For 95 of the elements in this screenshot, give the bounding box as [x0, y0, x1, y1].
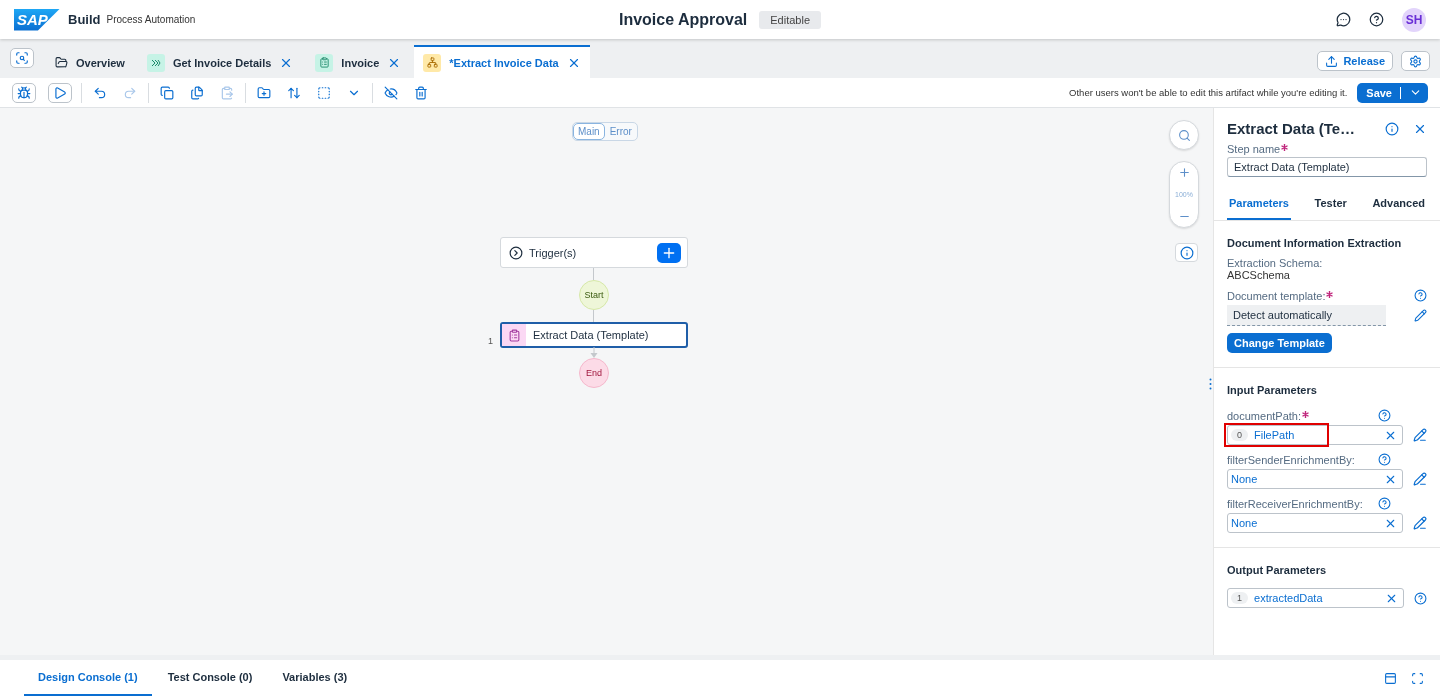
panel-icon[interactable]: [1384, 671, 1397, 685]
connector-arrow: [589, 347, 599, 358]
info-button[interactable]: [1175, 243, 1198, 262]
paste-icon: [220, 85, 234, 100]
add-trigger-button[interactable]: [657, 242, 681, 263]
status-badge: Editable: [759, 10, 822, 29]
plus-icon: [1177, 166, 1191, 179]
edit-button[interactable]: [1413, 428, 1427, 442]
release-button[interactable]: Release: [1317, 51, 1393, 71]
parameter-field[interactable]: None: [1227, 469, 1403, 489]
schema-value: ABCSchema: [1227, 269, 1291, 281]
step-label: Extract Data (Template): [533, 329, 649, 341]
edit-notice: Other users won't be able to edit this artifact while you're editing it.: [1069, 87, 1348, 98]
play-button[interactable]: [48, 82, 72, 103]
search-icon: [1177, 128, 1191, 142]
user-avatar[interactable]: SH: [1402, 7, 1426, 32]
help-icon[interactable]: [1369, 12, 1384, 27]
settings-icon: [1409, 54, 1422, 68]
console-tab[interactable]: Variables (3): [268, 660, 362, 696]
chevron-circle-icon: [509, 245, 523, 260]
sort-icon: [287, 85, 301, 100]
required-icon: [1281, 144, 1289, 151]
required-icon: [1302, 410, 1309, 418]
page-title: Invoice Approval: [618, 10, 748, 29]
field-label: documentPath:: [1227, 409, 1301, 422]
eye-off-icon: [384, 85, 398, 100]
step-node[interactable]: Extract Data (Template): [500, 322, 688, 348]
end-node: End: [579, 358, 609, 388]
expand-icon[interactable]: [1411, 671, 1424, 685]
section-title: Document Information Extraction: [1227, 237, 1403, 249]
play-icon: [53, 85, 67, 100]
field-label: filterSenderEnrichmentBy:: [1227, 453, 1355, 466]
editor-tab[interactable]: *Extract Invoice Data: [414, 45, 590, 78]
search-icon: [15, 51, 29, 65]
parameter-field[interactable]: 0 FilePath: [1227, 425, 1403, 445]
change-template-button[interactable]: Change Template: [1227, 333, 1332, 353]
field-label: Extraction Schema:: [1227, 257, 1324, 269]
step-number: 1: [488, 336, 493, 346]
parameter-field[interactable]: None: [1227, 513, 1403, 533]
settings-button[interactable]: [1401, 51, 1430, 71]
field-label: Document template:: [1227, 289, 1326, 302]
console-tab[interactable]: Test Console (0): [153, 660, 267, 696]
trigger-node[interactable]: Trigger(s): [500, 237, 688, 268]
panel-tab[interactable]: Parameters: [1227, 191, 1291, 220]
upload-icon: [1325, 54, 1339, 68]
section-title: Input Parameters: [1227, 384, 1318, 396]
duplicate-icon: [190, 85, 204, 100]
resize-handle[interactable]: [1209, 378, 1212, 390]
view-toggle[interactable]: Main: [573, 123, 605, 140]
form-icon: [315, 53, 334, 72]
zoom-in-button[interactable]: [1177, 166, 1191, 179]
edit-icon[interactable]: [1414, 309, 1427, 322]
index-chip: 0: [1231, 429, 1248, 441]
pencil-icon: [1413, 472, 1427, 486]
info-icon: [1179, 245, 1194, 260]
trigger-label: Trigger(s): [529, 246, 577, 259]
required-icon: [1326, 290, 1334, 298]
info-icon[interactable]: [1385, 121, 1399, 136]
bug-icon: [17, 85, 31, 100]
feedback-icon[interactable]: [1336, 12, 1351, 27]
field-label: filterReceiverEnrichmentBy:: [1227, 497, 1363, 510]
editor-tab[interactable]: Get Invoice Details: [137, 45, 303, 78]
undo-icon: [93, 85, 107, 100]
editor-tab[interactable]: Invoice: [306, 45, 411, 78]
console-tab[interactable]: Design Console (1): [24, 660, 152, 696]
step-name-field[interactable]: Extract Data (Template): [1227, 157, 1427, 177]
folder-plus-icon: [257, 85, 271, 100]
parameter-field[interactable]: 1 extractedData: [1227, 588, 1404, 608]
copy-icon: [160, 85, 174, 100]
template-field: Detect automatically: [1227, 305, 1386, 326]
automation-icon: [146, 53, 165, 72]
pencil-icon: [1413, 428, 1427, 442]
section-title: Output Parameters: [1227, 564, 1328, 576]
panel-tab[interactable]: Tester: [1312, 191, 1349, 220]
panel-title: Extract Data (Te…: [1227, 120, 1356, 137]
field-label: Step name: [1227, 143, 1281, 155]
editor-tab[interactable]: Overview: [46, 45, 134, 78]
folder-icon: [55, 56, 68, 69]
panel-tab[interactable]: Advanced: [1370, 191, 1427, 220]
product-subtitle: Process Automation: [106, 14, 196, 25]
search-button[interactable]: [10, 48, 34, 68]
dashed-square-icon: [317, 85, 331, 100]
bug-button[interactable]: [12, 82, 36, 103]
index-chip: 1: [1231, 592, 1248, 604]
start-node: Start: [579, 280, 609, 310]
delete-icon: [414, 85, 428, 100]
clipboard-icon: [502, 324, 526, 346]
save-button[interactable]: Save: [1357, 82, 1428, 103]
edit-button[interactable]: [1413, 472, 1427, 486]
product-name: Build: [68, 12, 101, 27]
pencil-icon: [1413, 516, 1427, 530]
sap-logo: SAP: [14, 8, 60, 31]
process-icon: [423, 53, 442, 72]
edit-button[interactable]: [1413, 516, 1427, 530]
redo-icon: [123, 85, 137, 100]
